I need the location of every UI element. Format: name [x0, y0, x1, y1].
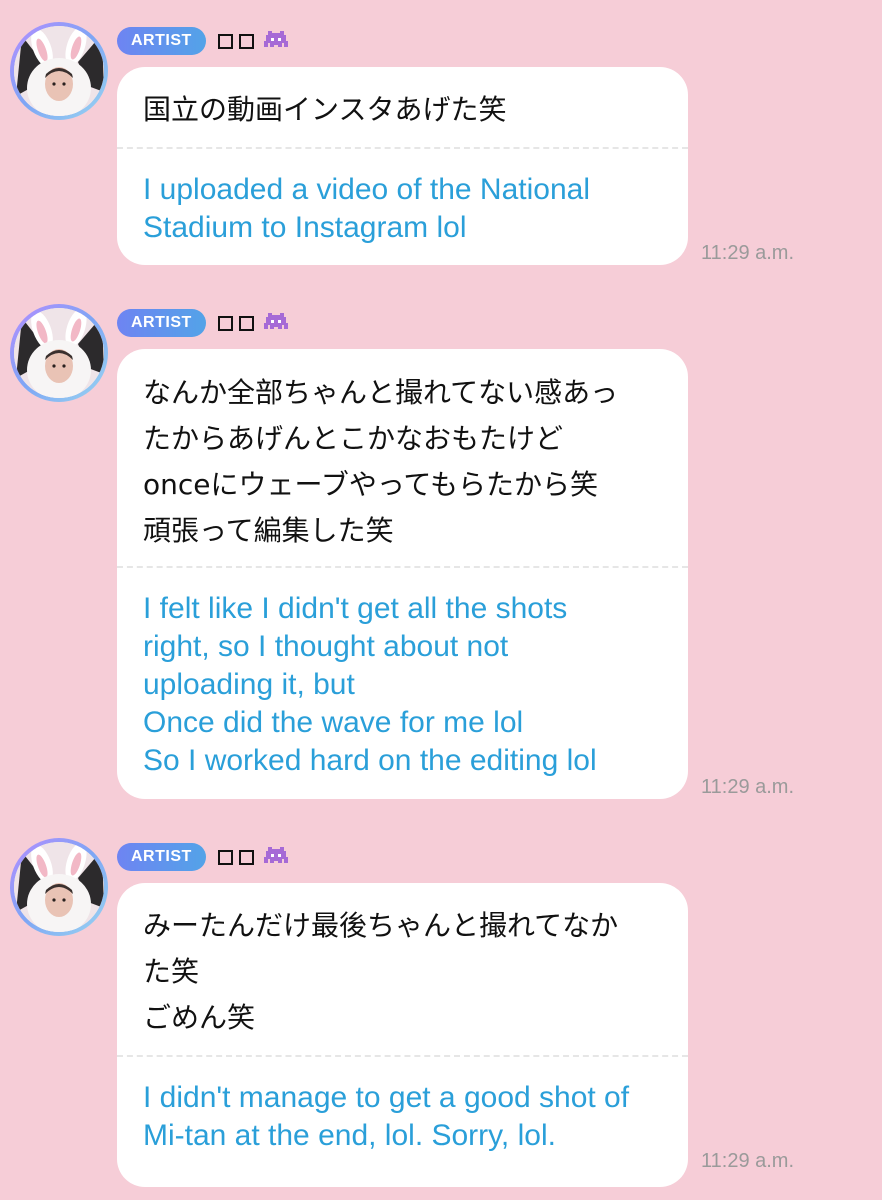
message-header: ARTIST [117, 843, 290, 871]
artist-badge: ARTIST [117, 843, 206, 871]
alien-monster-icon [263, 31, 288, 47]
message-text-translation: I uploaded a video of the National Stadi… [143, 173, 590, 244]
box-glyph [238, 315, 254, 331]
message-text-original: 国立の動画インスタあげた笑 [143, 93, 507, 126]
message-bubble: 国立の動画インスタあげた笑 I uploaded a video of the … [117, 67, 688, 265]
avatar-image [14, 26, 104, 116]
box-glyph [238, 849, 254, 865]
avatar[interactable] [10, 838, 108, 936]
avatar-image [14, 308, 104, 398]
sender-name [217, 849, 254, 865]
sender-name [217, 33, 254, 49]
message-text-translation: I didn't manage to get a good shot of Mi… [143, 1081, 630, 1152]
message-header: ARTIST [117, 309, 290, 337]
artist-badge: ARTIST [117, 27, 206, 55]
message-text-original: みーたんだけ最後ちゃんと撮れてなか た笑 ごめん笑 [143, 909, 619, 1034]
sender-name [217, 315, 254, 331]
message-timestamp: 11:29 a.m. [701, 776, 795, 798]
box-glyph [217, 33, 233, 49]
avatar[interactable] [10, 22, 108, 120]
chat-message: ARTIST 国立の動画インスタあげた笑 I uploaded a video … [0, 0, 882, 282]
message-text-translation: I felt like I didn't get all the shots r… [143, 592, 597, 777]
message-bubble: みーたんだけ最後ちゃんと撮れてなか た笑 ごめん笑 I didn't manag… [117, 883, 688, 1187]
alien-monster-icon [263, 313, 288, 329]
box-glyph [217, 315, 233, 331]
avatar-image [14, 842, 104, 932]
box-glyph [217, 849, 233, 865]
alien-monster-icon [263, 847, 288, 863]
box-glyph [238, 33, 254, 49]
artist-badge: ARTIST [117, 309, 206, 337]
message-timestamp: 11:29 a.m. [701, 242, 795, 264]
message-bubble: なんか全部ちゃんと撮れてない感あっ たからあげんとこかなおもたけど onceにウ… [117, 349, 688, 799]
message-header: ARTIST [117, 27, 290, 55]
message-text-original: なんか全部ちゃんと撮れてない感あっ たからあげんとこかなおもたけど onceにウ… [143, 376, 619, 547]
chat-screen: ARTIST 国立の動画インスタあげた笑 I uploaded a video … [0, 0, 882, 1200]
message-timestamp: 11:29 a.m. [701, 1150, 795, 1172]
chat-message: ARTIST みーたんだけ最後ちゃんと撮れてなか た笑 ごめん笑 I didn'… [0, 816, 882, 1200]
chat-message: ARTIST なんか全部ちゃんと撮れてない感あっ たからあげんとこかなおもたけど… [0, 282, 882, 816]
avatar[interactable] [10, 304, 108, 402]
